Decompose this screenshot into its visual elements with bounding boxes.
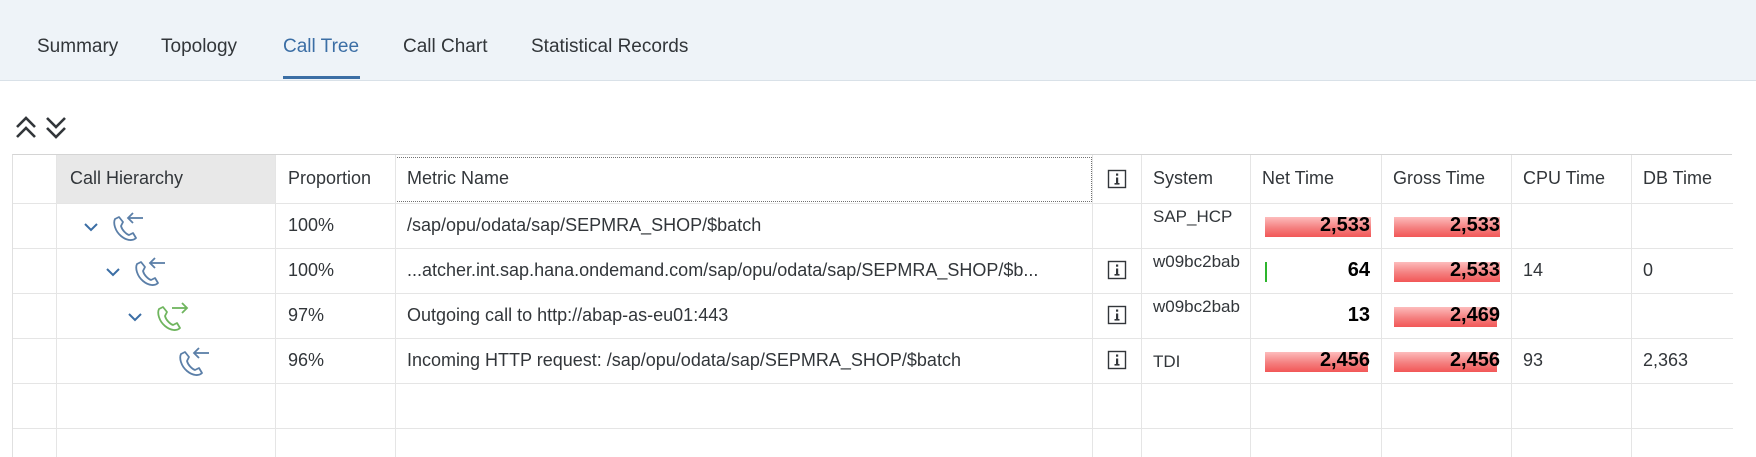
header-cpu-time[interactable]: CPU Time (1523, 168, 1605, 189)
incoming-call-icon (179, 347, 209, 376)
gross-time-value: 2,533 (1449, 214, 1500, 236)
incoming-call-icon (135, 257, 165, 286)
call-tree-table: Call Hierarchy Proportion Metric Name Sy… (12, 154, 1733, 457)
system-value: TDI (1153, 352, 1181, 371)
proportion-value: 100% (288, 260, 335, 280)
chevron-down-icon[interactable] (83, 221, 99, 233)
metric-name: ...atcher.int.sap.hana.ondemand.com/sap/… (407, 260, 1039, 280)
chevron-down-icon[interactable] (105, 266, 121, 278)
metric-name: Incoming HTTP request: /sap/opu/odata/sa… (407, 350, 961, 370)
metric-name: Outgoing call to http://abap-as-eu01:443 (407, 305, 729, 325)
tab-call-tree[interactable]: Call Tree (283, 36, 359, 58)
metric-name: /sap/opu/odata/sap/SEPMRA_SHOP/$batch (407, 215, 762, 235)
tab-statistical-records[interactable]: Statistical Records (531, 36, 688, 58)
tab-call-chart[interactable]: Call Chart (403, 36, 487, 58)
double-chevron-down-icon[interactable] (44, 115, 68, 141)
tab-summary[interactable]: Summary (37, 36, 118, 58)
header-proportion[interactable]: Proportion (288, 168, 371, 189)
cpu-time-value: 93 (1523, 350, 1544, 370)
outgoing-call-icon (157, 302, 189, 331)
net-time-value: 64 (1347, 259, 1370, 281)
header-net-time[interactable]: Net Time (1262, 168, 1334, 189)
proportion-value: 100% (288, 215, 335, 235)
proportion-value: 97% (288, 305, 325, 325)
header-call-hierarchy[interactable]: Call Hierarchy (70, 168, 183, 189)
info-icon[interactable] (1107, 260, 1127, 280)
header-gross-time[interactable]: Gross Time (1393, 168, 1485, 189)
net-time-value: 2,456 (1319, 349, 1370, 371)
cpu-time-value: 14 (1523, 260, 1544, 280)
system-value: w09bc2bab (1153, 252, 1240, 271)
net-time-value: 13 (1347, 304, 1370, 326)
gross-time-value: 2,533 (1449, 259, 1500, 281)
info-icon[interactable] (1107, 305, 1127, 325)
header-info-icon[interactable] (1107, 169, 1127, 189)
chevron-down-icon[interactable] (127, 311, 143, 323)
system-value: SAP_HCP (1153, 207, 1233, 226)
header-metric-name[interactable]: Metric Name (407, 168, 509, 189)
net-time-value: 2,533 (1319, 214, 1370, 236)
proportion-value: 96% (288, 350, 325, 370)
system-value: w09bc2bab (1153, 297, 1240, 316)
tab-topology[interactable]: Topology (161, 36, 237, 58)
incoming-call-icon (113, 212, 143, 241)
gross-time-value: 2,456 (1449, 349, 1500, 371)
header-system[interactable]: System (1153, 168, 1213, 189)
db-time-value: 0 (1643, 260, 1654, 280)
gross-time-value: 2,469 (1449, 304, 1500, 326)
tab-bar: Summary Topology Call Tree Call Chart St… (0, 0, 1756, 81)
double-chevron-up-icon[interactable] (14, 115, 38, 141)
info-icon[interactable] (1107, 350, 1127, 370)
db-time-value: 2,363 (1643, 350, 1689, 370)
header-db-time[interactable]: DB Time (1643, 168, 1712, 189)
active-tab-indicator (283, 76, 360, 79)
